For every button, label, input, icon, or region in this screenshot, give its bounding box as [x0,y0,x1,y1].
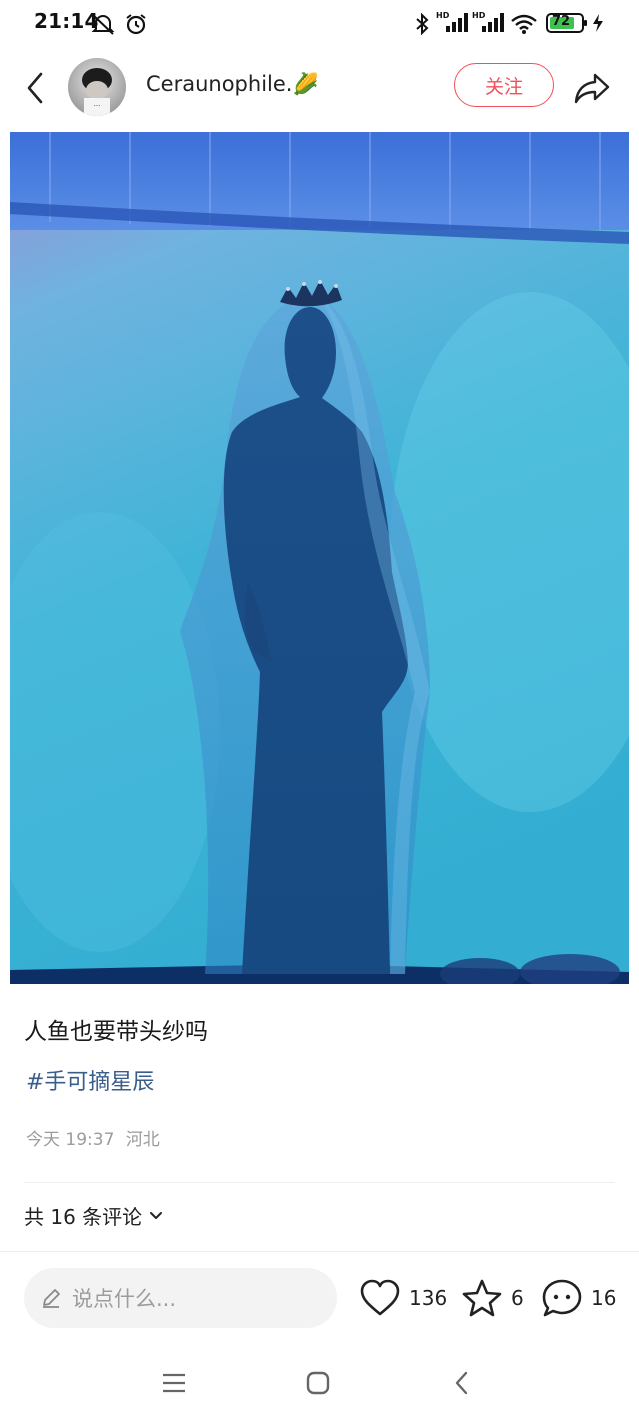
comment-count-label: 共 16 条评论 [24,1205,143,1229]
follow-label: 关注 [484,75,523,98]
chevron-down-icon [150,1211,163,1219]
post-location: 河北 [125,1130,160,1150]
back-button[interactable] [18,68,52,108]
wifi-icon [510,13,538,39]
nav-menu-button[interactable] [154,1363,194,1403]
signal-badge-2-text: HD [472,11,486,20]
post-hashtag-link[interactable]: #手可摘星辰 [26,1064,154,1096]
post-header: ··· Ceraunophile.🌽 关注 [0,52,639,124]
pencil-icon [43,1289,60,1308]
comment-button[interactable]: 16 [541,1278,616,1318]
menu-icon [163,1373,185,1393]
nav-home-button[interactable] [298,1363,338,1403]
comment-input-placeholder: 说点什么... [72,1287,177,1311]
username[interactable]: Ceraunophile.🌽 [146,72,319,97]
share-button[interactable] [570,68,614,108]
comment-count-toggle[interactable]: 共 16 条评论 [24,1201,164,1230]
status-time: 21:14 [34,9,99,33]
status-bar: 21:14 HD HD 72 [0,0,639,46]
follow-button[interactable]: 关注 [454,63,554,107]
heart-icon [360,1279,400,1316]
post-caption: 人鱼也要带头纱吗 [24,1019,208,1045]
signal-badge-1-text: HD [436,11,450,20]
alarm-icon [124,13,148,39]
svg-text:···: ··· [94,102,101,110]
hd-signal-icon: HD [472,10,506,38]
hd-signal-icon: HD [436,10,470,38]
divider [0,1251,639,1252]
divider [24,1182,615,1183]
back-icon [455,1371,468,1395]
star-icon [462,1279,502,1317]
favorite-button[interactable]: 6 [461,1278,524,1318]
comment-action-count: 16 [591,1286,617,1310]
post-meta: 今天 19:37 河北 [26,1125,160,1150]
nav-back-button[interactable] [442,1363,482,1403]
notification-muted-icon [90,13,116,39]
post-photo[interactable] [10,132,629,984]
comment-input[interactable]: 说点什么... [24,1268,337,1328]
comment-bubble-icon [542,1279,582,1317]
like-count: 136 [409,1286,448,1310]
like-button[interactable]: 136 [359,1278,447,1318]
back-arrow-icon [27,72,43,104]
charging-icon [592,13,604,37]
system-nav-bar [0,1345,639,1421]
avatar[interactable]: ··· [68,58,126,116]
share-icon [574,73,610,104]
bluetooth-icon [414,12,430,39]
post-time: 今天 19:37 [26,1130,115,1150]
home-icon [306,1371,330,1395]
post-image-veiled-figure [10,132,629,984]
battery-level: 72 [552,14,571,29]
battery-icon: 72 [546,13,587,33]
favorite-count: 6 [511,1286,524,1310]
